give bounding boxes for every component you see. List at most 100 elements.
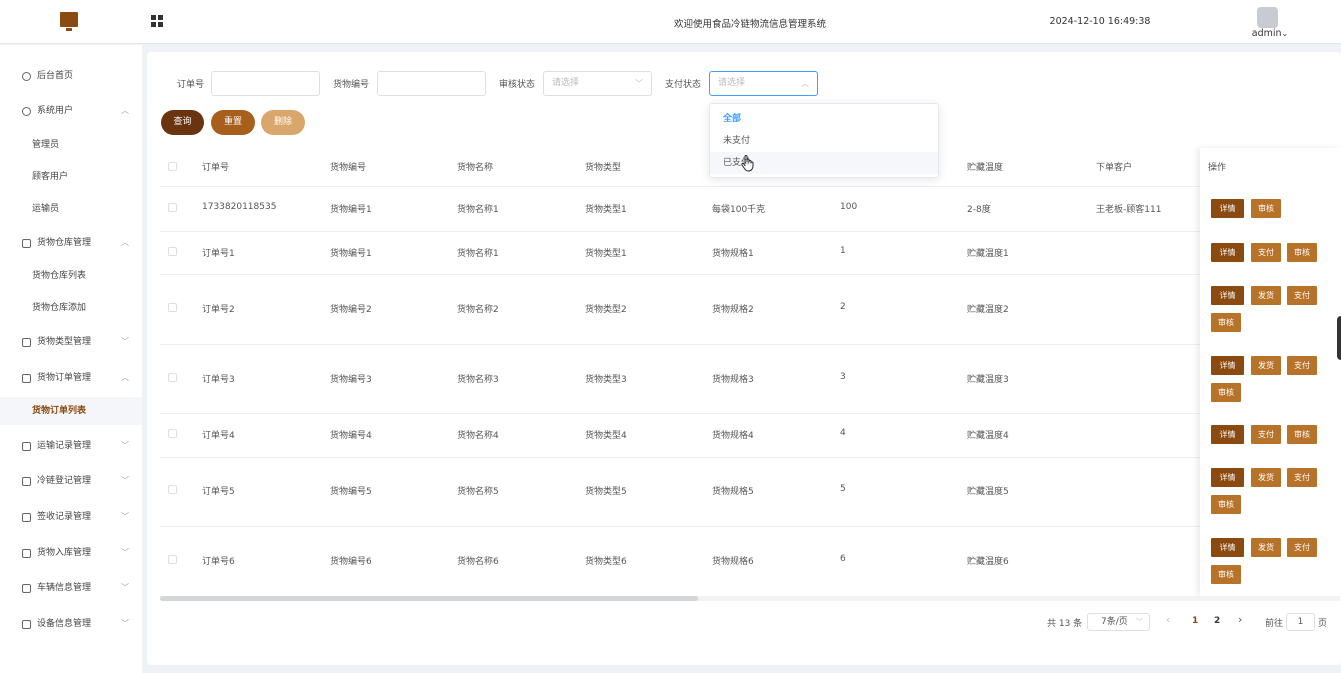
folder-icon [22, 513, 31, 522]
option-unpaid[interactable]: 未支付 [710, 130, 938, 152]
sidebar-item-transporter[interactable]: 运输员 [0, 195, 142, 223]
prev-page-button[interactable]: ‹ [1166, 613, 1170, 626]
sidebar-item-sys-users[interactable]: 系统用户 ︿ [0, 97, 142, 125]
row-checkbox[interactable] [168, 247, 177, 256]
sidebar-item-warehouse-mgmt[interactable]: 货物仓库管理 ︿ [0, 229, 142, 257]
audit-button[interactable]: 审核 [1211, 565, 1241, 584]
avatar[interactable] [1257, 7, 1278, 28]
horizontal-scrollbar-thumb[interactable] [160, 596, 698, 601]
sidebar-item-order-mgmt[interactable]: 货物订单管理 ︿ [0, 364, 142, 392]
cell-customer: 王老板-顾客111 [1096, 205, 1162, 215]
sidebar-item-device-mgmt[interactable]: 设备信息管理 ﹀ [0, 610, 142, 638]
folder-icon [22, 549, 31, 558]
row-checkbox[interactable] [168, 373, 177, 382]
sidebar-item-warehouse-add[interactable]: 货物仓库添加 [0, 294, 142, 322]
sidebar-item-home[interactable]: 后台首页 [0, 62, 142, 90]
order-no-label: 订单号 [177, 80, 205, 90]
cell-goods-type: 货物类型3 [585, 375, 627, 385]
sidebar-item-transport-mgmt[interactable]: 运输记录管理 ﹀ [0, 432, 142, 460]
row-checkbox[interactable] [168, 555, 177, 564]
pay-button[interactable]: 支付 [1287, 286, 1317, 305]
page-1-button[interactable]: 1 [1192, 616, 1198, 626]
row-checkbox[interactable] [168, 203, 177, 212]
row-checkbox[interactable] [168, 485, 177, 494]
user-menu[interactable]: admin⌄ [1245, 28, 1295, 39]
row-divider [160, 457, 1340, 458]
hand-cursor-icon [741, 155, 754, 172]
next-page-button[interactable]: › [1238, 613, 1242, 626]
col-operations: 操作 [1208, 163, 1227, 173]
select-all-checkbox[interactable] [168, 162, 177, 171]
chevron-down-icon: ﹀ [121, 441, 129, 450]
grid-icon[interactable] [151, 15, 163, 27]
query-button[interactable]: 查询 [161, 110, 204, 135]
col-customer: 下单客户 [1096, 163, 1133, 173]
clock-icon [22, 72, 31, 81]
goods-no-input[interactable] [377, 71, 486, 96]
sidebar-item-type-mgmt[interactable]: 货物类型管理 ﹀ [0, 328, 142, 356]
col-order-no: 订单号 [202, 163, 230, 173]
pay-button[interactable]: 支付 [1251, 243, 1281, 262]
audit-status-select[interactable]: 请选择 ﹀ [543, 71, 652, 96]
order-no-input[interactable] [211, 71, 320, 96]
row-checkbox[interactable] [168, 429, 177, 438]
audit-button[interactable]: 审核 [1287, 425, 1317, 444]
chevron-down-icon: ﹀ [121, 619, 129, 628]
goto-page-input[interactable]: 1 [1286, 613, 1315, 631]
side-handle[interactable] [1337, 316, 1341, 360]
cell-goods-spec: 货物规格1 [712, 249, 754, 259]
pay-button[interactable]: 支付 [1287, 468, 1317, 487]
ship-button[interactable]: 发货 [1251, 538, 1281, 557]
chevron-down-icon: ﹀ [121, 583, 129, 592]
reset-button[interactable]: 重置 [211, 110, 255, 135]
audit-button[interactable]: 审核 [1287, 243, 1317, 262]
cell-storage-temp: 贮藏温度2 [967, 305, 1009, 315]
ship-button[interactable]: 发货 [1251, 286, 1281, 305]
sidebar-item-customer[interactable]: 顾客用户 [0, 163, 142, 191]
chevron-up-icon: ︿ [121, 106, 129, 115]
sidebar-item-order-list[interactable]: 货物订单列表 [0, 397, 142, 425]
cell-storage-temp: 贮藏温度3 [967, 375, 1009, 385]
cell-storage-temp: 2-8度 [967, 205, 991, 215]
detail-button[interactable]: 详情 [1211, 199, 1244, 218]
row-divider [160, 344, 1340, 345]
cell-quantity: 6 [840, 554, 846, 564]
cell-goods-spec: 货物规格6 [712, 557, 754, 567]
sidebar-item-vehicle-mgmt[interactable]: 车辆信息管理 ﹀ [0, 574, 142, 602]
cell-goods-spec: 货物规格5 [712, 487, 754, 497]
audit-button[interactable]: 审核 [1211, 495, 1241, 514]
audit-button[interactable]: 审核 [1211, 313, 1241, 332]
pay-button[interactable]: 支付 [1287, 538, 1317, 557]
sidebar-item-signoff-mgmt[interactable]: 签收记录管理 ﹀ [0, 503, 142, 531]
detail-button[interactable]: 详情 [1211, 286, 1244, 305]
detail-button[interactable]: 详情 [1211, 425, 1244, 444]
ship-button[interactable]: 发货 [1251, 468, 1281, 487]
sidebar-item-admin[interactable]: 管理员 [0, 131, 142, 159]
pay-button[interactable]: 支付 [1251, 425, 1281, 444]
sidebar-item-inbound-mgmt[interactable]: 货物入库管理 ﹀ [0, 539, 142, 567]
sidebar-item-warehouse-list[interactable]: 货物仓库列表 [0, 262, 142, 290]
chevron-up-icon: ︿ [121, 238, 129, 247]
cell-goods-type: 货物类型1 [585, 249, 627, 259]
sidebar-item-coldchain-mgmt[interactable]: 冷链登记管理 ﹀ [0, 467, 142, 495]
detail-button[interactable]: 详情 [1211, 356, 1244, 375]
audit-button[interactable]: 审核 [1211, 383, 1241, 402]
detail-button[interactable]: 详情 [1211, 468, 1244, 487]
cell-goods-type: 货物类型6 [585, 557, 627, 567]
total-count: 共 13 条 [1047, 619, 1083, 629]
option-all[interactable]: 全部 [710, 108, 938, 130]
cell-quantity: 2 [840, 302, 846, 312]
detail-button[interactable]: 详情 [1211, 538, 1244, 557]
pay-status-select[interactable]: 请选择 ︿ [709, 71, 818, 96]
chevron-down-icon: ﹀ [121, 337, 129, 346]
delete-button[interactable]: 删除 [261, 110, 305, 135]
ship-button[interactable]: 发货 [1251, 356, 1281, 375]
row-checkbox[interactable] [168, 303, 177, 312]
page-size-select[interactable]: 7条/页 ﹀ [1087, 613, 1150, 631]
pay-button[interactable]: 支付 [1287, 356, 1317, 375]
audit-button[interactable]: 审核 [1251, 199, 1281, 218]
detail-button[interactable]: 详情 [1211, 243, 1244, 262]
page-2-button[interactable]: 2 [1214, 616, 1220, 626]
col-goods-no: 货物编号 [330, 163, 367, 173]
cell-quantity: 1 [840, 246, 846, 256]
